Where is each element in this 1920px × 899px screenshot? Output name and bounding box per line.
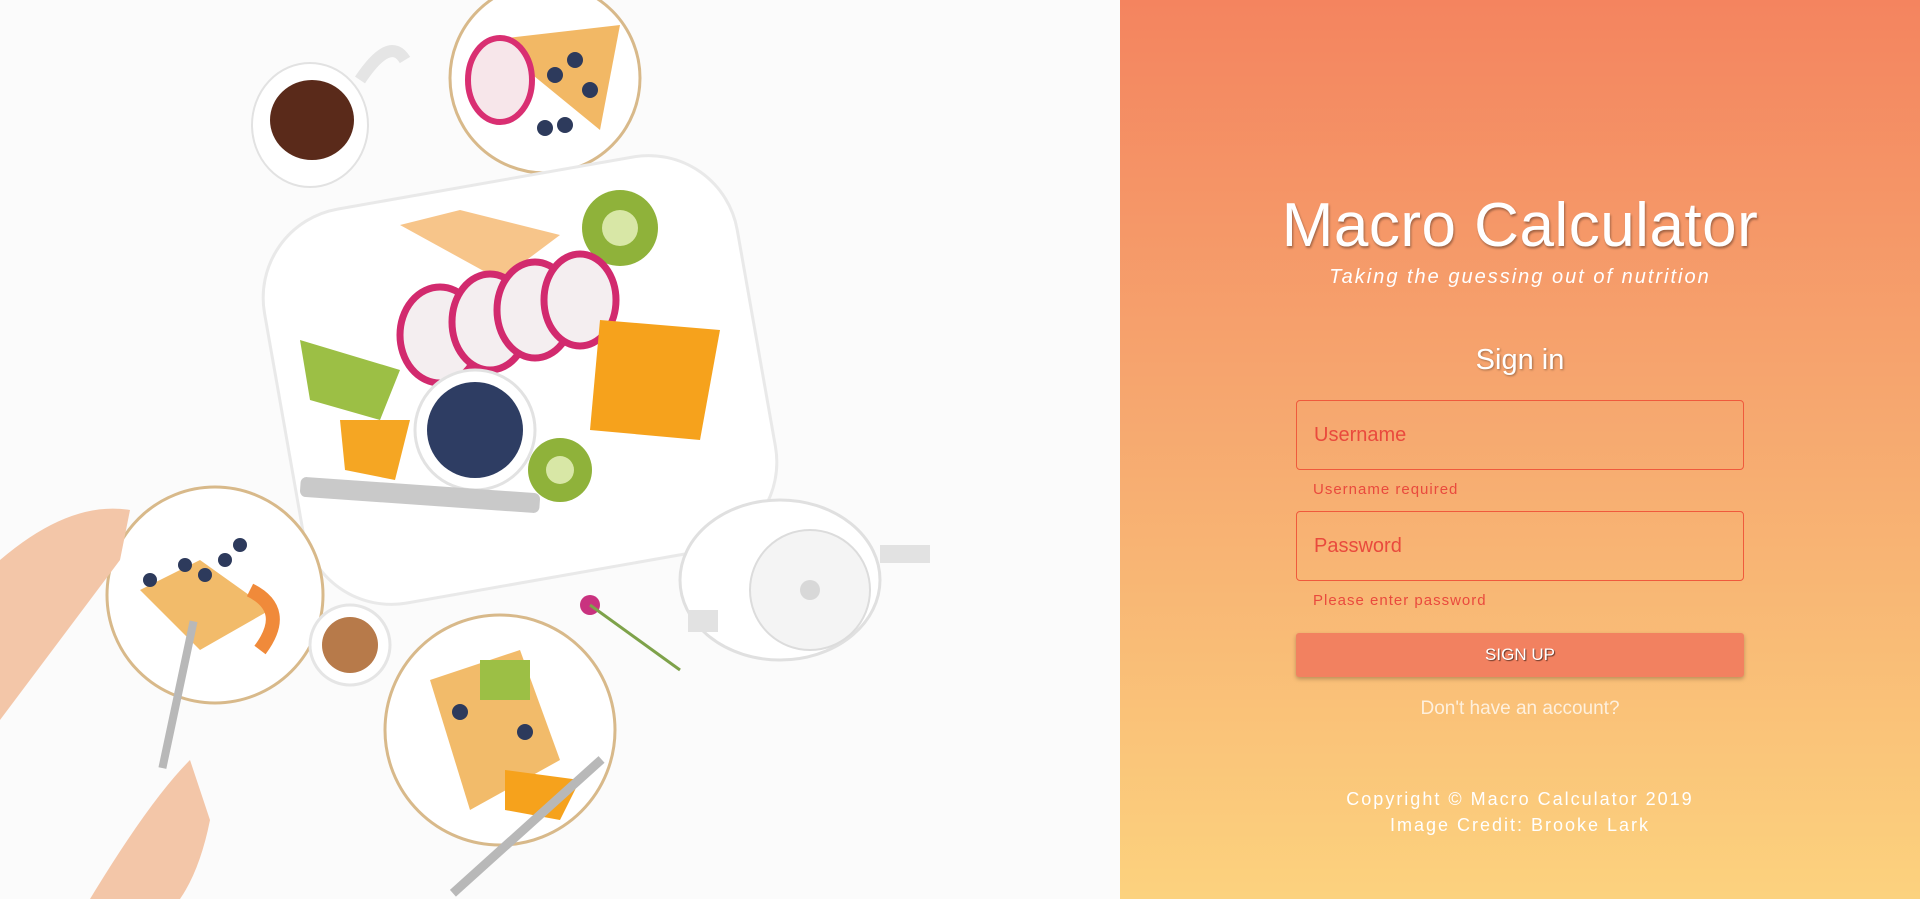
password-field[interactable]: Password: [1296, 511, 1744, 581]
app-title: Macro Calculator: [1281, 191, 1759, 260]
password-placeholder: Password: [1314, 534, 1402, 557]
username-error: Username required: [1313, 481, 1459, 498]
bottom-plate: [383, 613, 617, 847]
password-error: Please enter password: [1313, 592, 1487, 609]
top-plate: [448, 0, 642, 175]
coffee-cup: [308, 603, 392, 687]
signin-heading: Sign in: [1475, 344, 1565, 376]
hero-photo: [0, 0, 1120, 899]
username-placeholder: Username: [1314, 423, 1407, 446]
footer-credits: Copyright © Macro Calculator 2019 Image …: [1120, 786, 1920, 838]
no-account-link[interactable]: Don't have an account?: [1120, 698, 1920, 720]
app-tagline: Taking the guessing out of nutrition: [1329, 266, 1711, 288]
food-photo-illustration: [0, 0, 1120, 899]
signin-panel: Macro Calculator Taking the guessing out…: [1120, 0, 1920, 899]
username-field[interactable]: Username: [1296, 400, 1744, 470]
image-credit-text: Image Credit: Brooke Lark: [1389, 815, 1651, 835]
signup-button[interactable]: SIGN UP: [1296, 633, 1744, 677]
copyright-text: Copyright © Macro Calculator 2019: [1346, 789, 1694, 809]
left-plate: [105, 485, 325, 705]
